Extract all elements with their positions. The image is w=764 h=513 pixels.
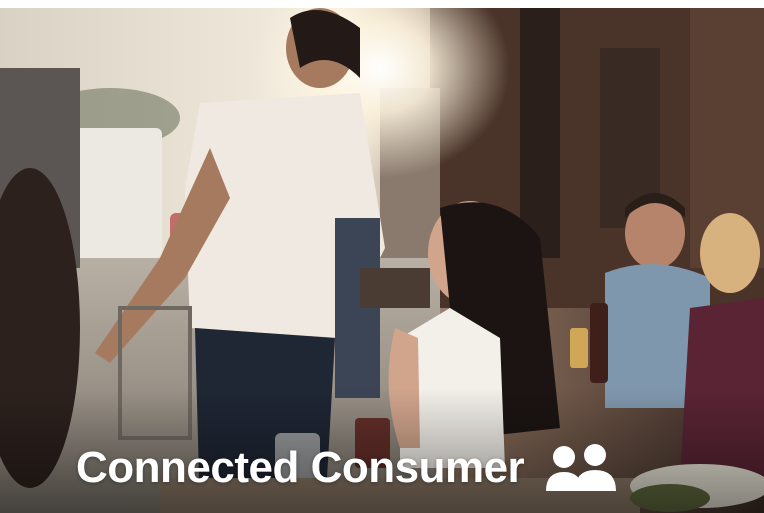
hero-photo: [0, 8, 764, 513]
caption-title: Connected Consumer: [76, 443, 525, 492]
people-icon: [546, 444, 617, 491]
caption: Connected Consumer: [76, 444, 618, 492]
hero-banner: Connected Consumer: [0, 0, 764, 513]
